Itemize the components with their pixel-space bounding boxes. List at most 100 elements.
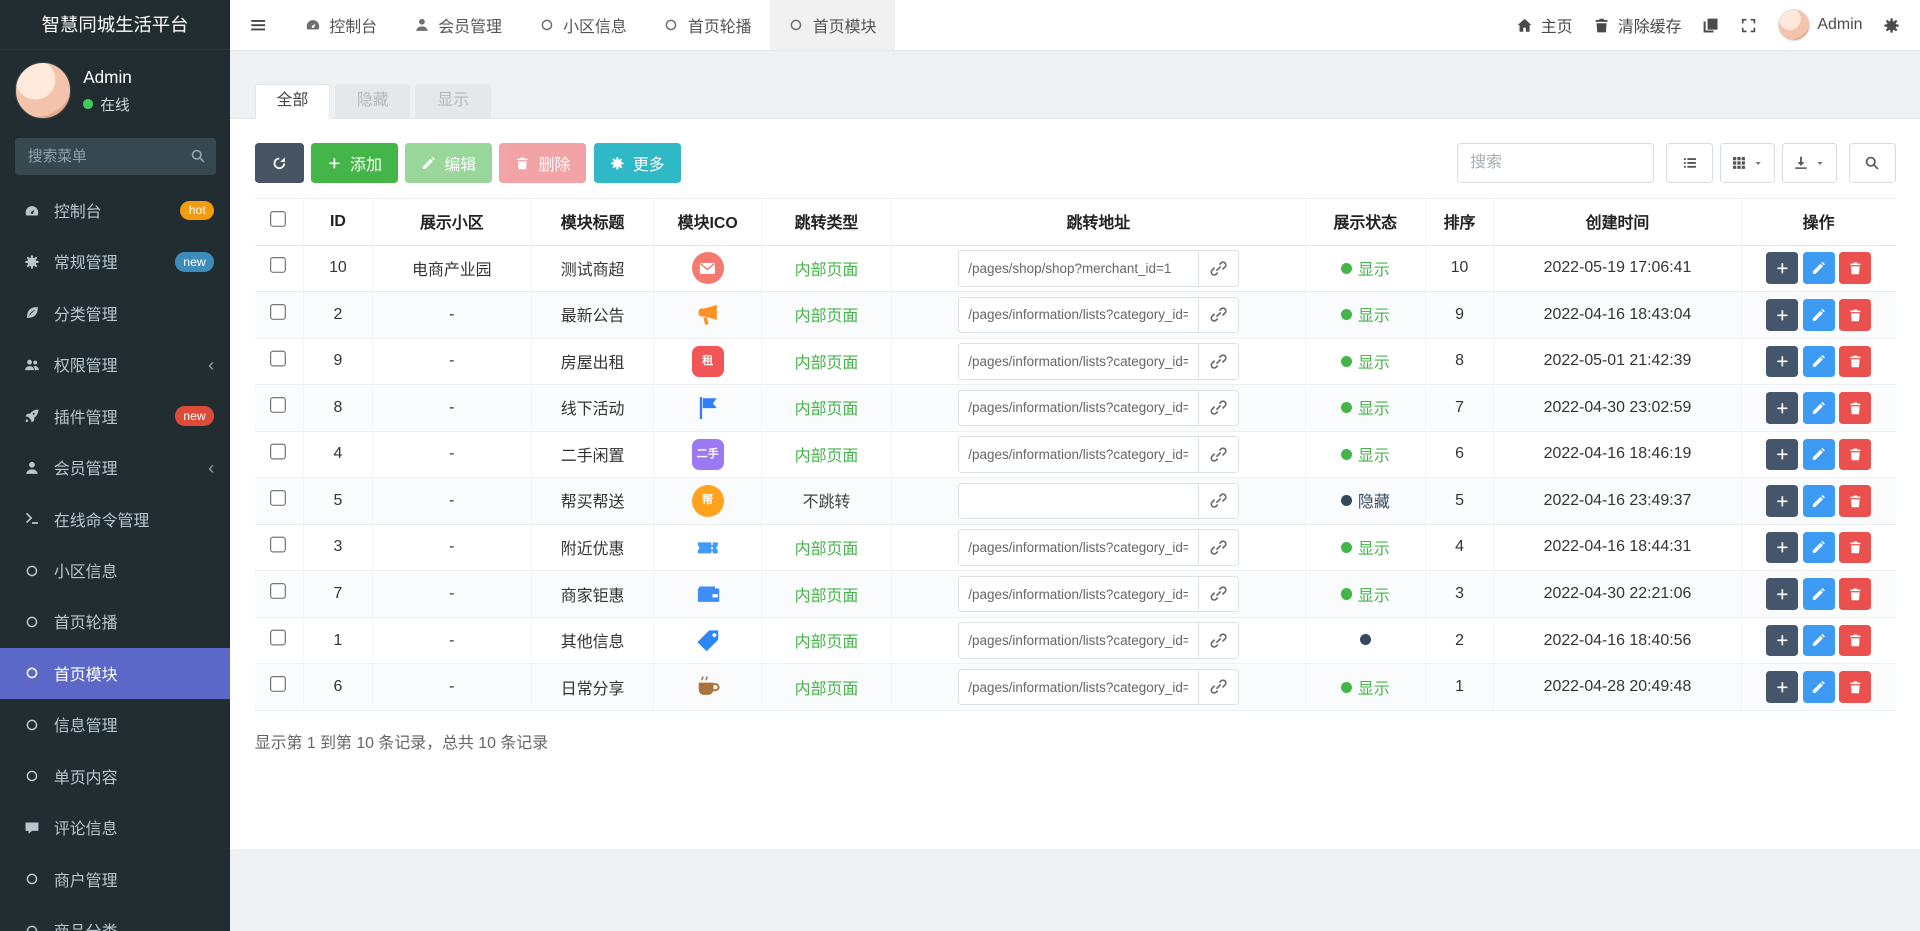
delete-row-button[interactable] [1839,624,1872,657]
edit-row-button[interactable] [1802,485,1835,517]
row-checkbox[interactable] [270,350,288,368]
jump-url-input[interactable] [957,622,1198,659]
edit-row-button[interactable] [1802,531,1835,564]
copy-link-button[interactable] [1197,529,1240,566]
jump-url-input[interactable] [957,250,1198,287]
detail-button[interactable] [1765,438,1798,471]
fullscreen-button[interactable] [1740,17,1757,34]
detail-button[interactable] [1765,485,1798,517]
menu-toggle-button[interactable] [230,0,286,50]
row-checkbox[interactable] [270,396,288,415]
filter-tab-visible[interactable]: 显示 [415,84,491,119]
status-toggle[interactable]: 显示 [1340,350,1390,373]
topbar-tab-member[interactable]: 会员管理 [395,0,520,50]
settings-button[interactable] [1883,17,1900,34]
status-toggle[interactable]: 显示 [1340,303,1390,326]
row-checkbox[interactable] [270,303,288,321]
topbar-tab-dashboard[interactable]: 控制台 [287,0,396,50]
copy-link-button[interactable] [1197,296,1240,334]
sidebar-item-general[interactable]: 常规管理 new [0,236,230,287]
jump-type-text[interactable]: 内部页面 [795,262,859,279]
row-checkbox[interactable] [270,443,288,461]
sidebar-item-page[interactable]: 单页内容 [0,750,230,801]
status-toggle[interactable]: 显示 [1340,676,1390,699]
sidebar-item-information[interactable]: 信息管理 [0,699,230,750]
refresh-button[interactable] [254,143,304,184]
edit-row-button[interactable] [1802,671,1835,703]
home-link[interactable]: 主页 [1516,14,1573,37]
status-toggle[interactable]: 显示 [1340,257,1390,280]
jump-url-input[interactable] [957,343,1198,380]
copy-link-button[interactable] [1197,436,1240,473]
status-toggle[interactable] [1359,633,1371,645]
sidebar-item-home-module[interactable]: 首页模块 [0,647,231,700]
sidebar-item-community[interactable]: 小区信息 [0,545,230,596]
edit-row-button[interactable] [1802,345,1835,378]
sidebar-item-merchant[interactable]: 商户管理 [0,853,230,904]
add-button[interactable]: 添加 [311,143,398,184]
jump-url-input[interactable] [957,436,1198,473]
detail-button[interactable] [1765,392,1798,424]
row-checkbox[interactable] [270,582,288,601]
delete-row-button[interactable] [1839,392,1872,424]
row-checkbox[interactable] [270,675,288,694]
row-checkbox[interactable] [270,257,288,275]
status-toggle[interactable]: 显示 [1340,536,1390,559]
detail-button[interactable] [1765,578,1798,610]
jump-type-text[interactable]: 内部页面 [795,681,859,698]
delete-row-button[interactable] [1839,345,1872,378]
sidebar-item-command[interactable]: 在线命令管理 [0,493,230,544]
topbar-tab-banner[interactable]: 首页轮播 [645,0,770,50]
jump-type-text[interactable]: 内部页面 [795,541,859,558]
jump-type-text[interactable]: 内部页面 [795,448,859,465]
delete-row-button[interactable] [1839,578,1872,610]
sidebar-item-dashboard[interactable]: 控制台 hot [0,185,230,236]
jump-url-input[interactable] [957,389,1198,427]
sidebar-item-auth[interactable]: 权限管理 ‹ [0,339,230,390]
edit-row-button[interactable] [1802,624,1835,657]
export-button[interactable] [1782,143,1837,184]
language-button[interactable] [1702,17,1719,34]
filter-tab-all[interactable]: 全部 [254,84,331,119]
status-toggle[interactable]: 显示 [1340,583,1390,606]
row-checkbox[interactable] [270,629,288,647]
select-all-checkbox[interactable] [270,210,288,228]
detail-button[interactable] [1765,252,1798,285]
edit-row-button[interactable] [1802,299,1835,331]
jump-url-input[interactable] [957,575,1198,613]
user-menu[interactable]: Admin [1778,9,1862,42]
filter-tab-hidden[interactable]: 隐藏 [335,84,411,119]
copy-link-button[interactable] [1197,343,1240,380]
edit-row-button[interactable] [1802,438,1835,471]
status-toggle[interactable]: 隐藏 [1340,489,1390,512]
detail-button[interactable] [1765,345,1798,378]
delete-row-button[interactable] [1839,438,1872,471]
copy-link-button[interactable] [1197,575,1240,613]
jump-type-text[interactable]: 内部页面 [795,634,859,651]
table-search-input[interactable] [1457,143,1655,184]
delete-row-button[interactable] [1839,671,1872,703]
delete-row-button[interactable] [1839,531,1872,564]
sidebar-item-category[interactable]: 分类管理 [0,288,230,339]
topbar-tab-home-module[interactable]: 首页模块 [769,0,895,51]
delete-row-button[interactable] [1839,299,1872,331]
jump-url-input[interactable] [957,668,1198,706]
copy-link-button[interactable] [1197,622,1240,659]
jump-url-input[interactable] [957,482,1198,520]
edit-row-button[interactable] [1802,392,1835,424]
detail-button[interactable] [1765,671,1798,703]
delete-button[interactable]: 删除 [499,143,587,184]
detail-button[interactable] [1765,624,1798,657]
sidebar-item-member[interactable]: 会员管理 ‹ [0,442,230,493]
delete-row-button[interactable] [1839,252,1872,285]
sidebar-item-addon[interactable]: 插件管理 new [0,391,230,442]
jump-type-text[interactable]: 内部页面 [795,401,859,418]
clear-cache-button[interactable]: 清除缓存 [1593,14,1682,37]
edit-row-button[interactable] [1802,252,1835,285]
sidebar-item-goods-category[interactable]: 商品分类 [0,905,230,931]
status-toggle[interactable]: 显示 [1340,396,1390,419]
columns-button[interactable] [1720,143,1775,184]
copy-link-button[interactable] [1197,250,1240,287]
copy-link-button[interactable] [1197,668,1240,706]
menu-search-input[interactable] [14,138,216,176]
